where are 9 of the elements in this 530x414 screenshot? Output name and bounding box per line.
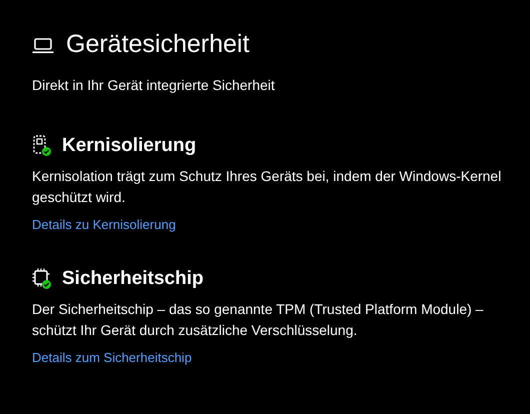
section-title: Kernisolierung xyxy=(62,135,196,157)
section-description: Der Sicherheitschip – das so genannte TPM (Trusted Platform Module) – schützt Ihr Gerät durch zusätzliche Verschlüsselung. xyxy=(32,300,484,340)
laptop-icon xyxy=(32,38,54,54)
section-description: Kernisolation trägt zum Schutz Ihres Geräts bei, indem der Windows-Kernel geschützt wird. xyxy=(32,167,502,207)
page-title: Gerätesicherheit xyxy=(66,30,250,59)
section-title: Sicherheitschip xyxy=(62,268,204,290)
page-subtitle: Direkt in Ihr Gerät integrierte Sicherheit xyxy=(32,77,276,93)
details-link[interactable]: Details zu Kernisolierung xyxy=(32,217,176,232)
details-link[interactable]: Details zum Sicherheitschip xyxy=(32,350,192,365)
